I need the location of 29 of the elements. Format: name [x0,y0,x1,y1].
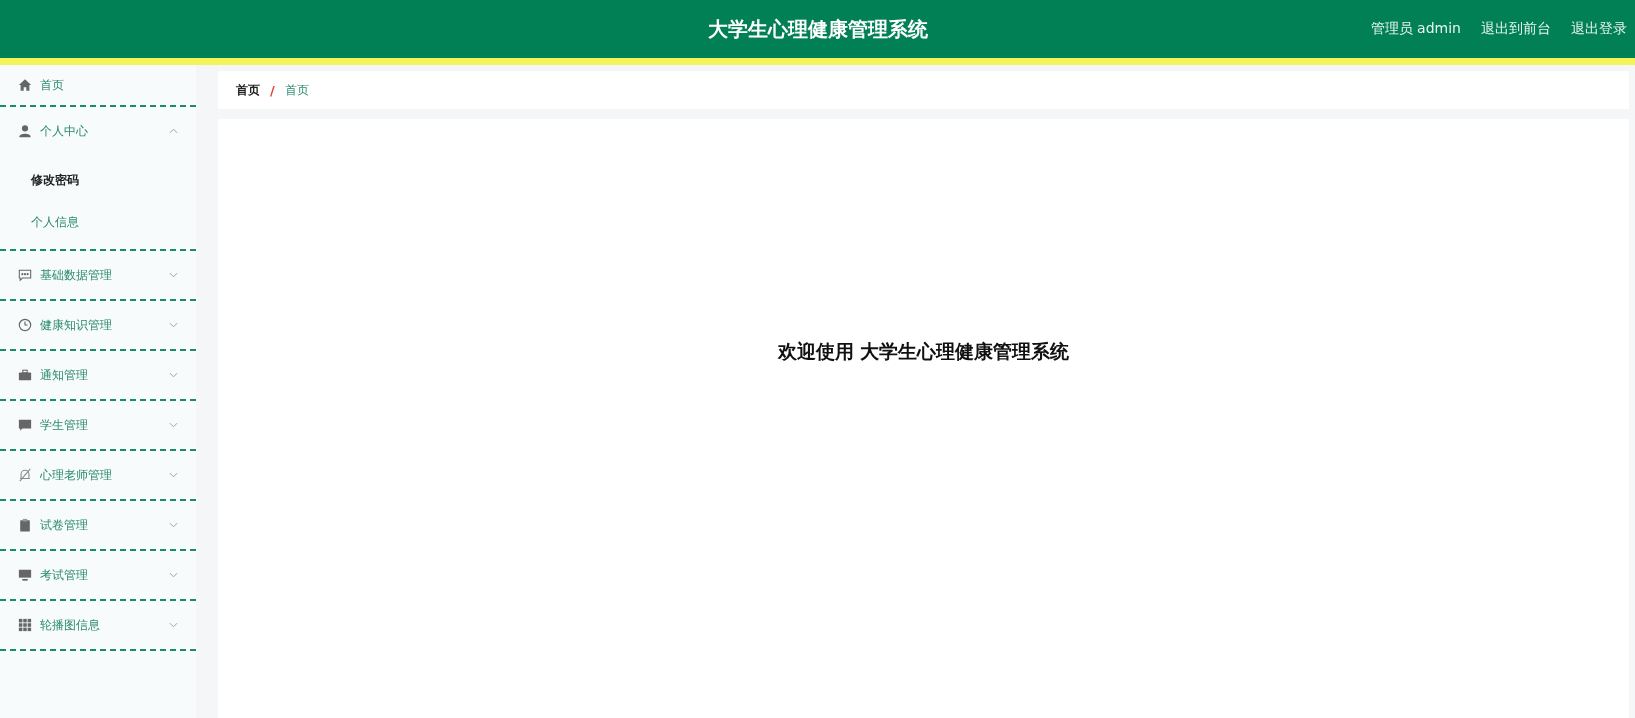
submenu-item[interactable]: 修改密码 [0,159,196,201]
grid-icon [18,618,32,632]
monitor-icon [18,568,32,582]
menu-item[interactable]: 试卷管理 [0,501,196,549]
header-link[interactable]: 退出到前台 [1481,20,1551,38]
menu-item[interactable]: 基础数据管理 [0,251,196,299]
breadcrumb-separator: / [270,82,275,98]
user-label: 管理员 admin [1370,20,1461,38]
briefcase-icon [18,368,32,382]
home-icon [18,78,32,92]
clock-icon [18,318,32,332]
clipboard-icon [18,518,32,532]
chat-icon [18,268,32,282]
menu-item[interactable]: 通知管理 [0,351,196,399]
user-icon [18,124,32,138]
submenu-item[interactable]: 个人信息 [0,201,196,243]
menu-item[interactable]: 首页 [0,65,196,105]
menu-item[interactable]: 个人中心 [0,107,196,155]
menu-item[interactable]: 健康知识管理 [0,301,196,349]
menu-item[interactable]: 学生管理 [0,401,196,449]
breadcrumb-link[interactable]: 首页 [236,81,260,99]
breadcrumb-link[interactable]: 首页 [284,81,309,99]
menu-item[interactable]: 考试管理 [0,551,196,599]
menu-item[interactable]: 轮播图信息 [0,601,196,649]
system-title: 大学生心理健康管理系统 [707,15,928,43]
welcome-heading: 欢迎使用 大学生心理健康管理系统 [777,339,1070,364]
header-link[interactable]: 退出登录 [1571,20,1627,38]
menu-item[interactable]: 心理老师管理 [0,451,196,499]
message-icon [18,418,32,432]
